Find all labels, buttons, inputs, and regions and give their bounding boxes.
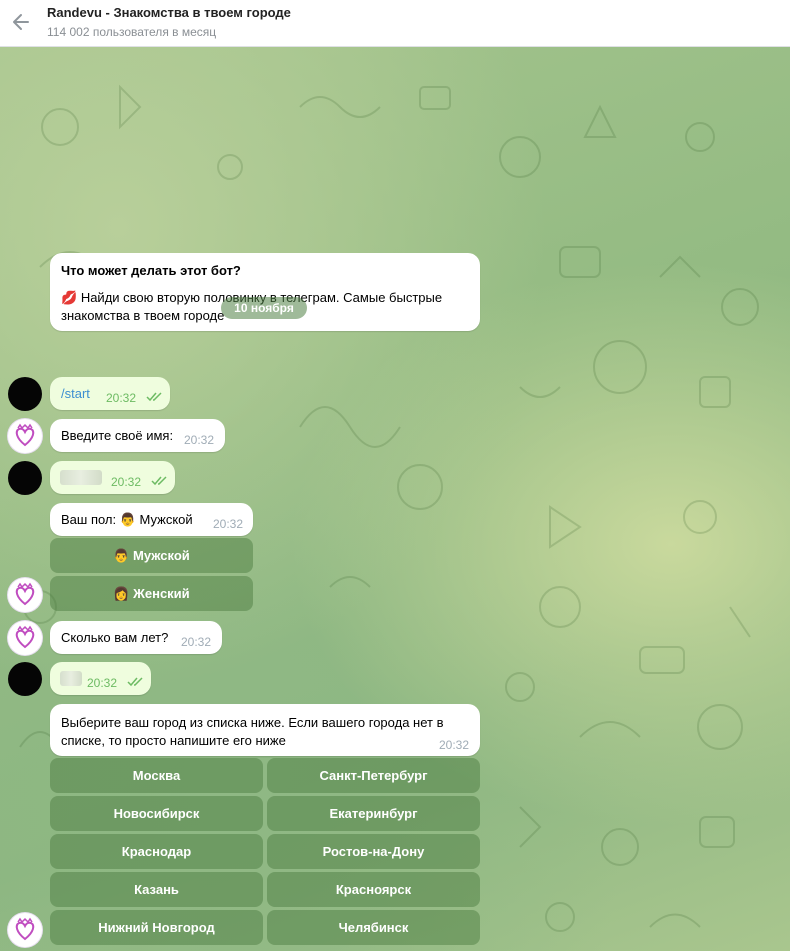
read-checks-icon xyxy=(151,474,169,489)
message-text: Введите своё имя: xyxy=(61,428,174,443)
bot-avatar[interactable] xyxy=(8,913,42,947)
date-separator: 10 ноября xyxy=(221,297,307,319)
city-button-novosibirsk[interactable]: Новосибирск xyxy=(50,796,263,831)
read-checks-icon xyxy=(127,675,145,690)
city-button-krasnoyarsk[interactable]: Красноярск xyxy=(267,872,480,907)
city-button-spb[interactable]: Санкт-Петербург xyxy=(267,758,480,793)
message-text: Ваш пол: 👨 Мужской xyxy=(61,512,193,527)
message-gender[interactable]: Ваш пол: 👨 Мужской 20:32 xyxy=(50,503,253,536)
city-button-kazan[interactable]: Казань xyxy=(50,872,263,907)
message-ask-age[interactable]: Сколько вам лет? 20:32 xyxy=(50,621,222,654)
redacted-text xyxy=(60,470,102,485)
message-text: Выберите ваш город из списка ниже. Если … xyxy=(61,714,443,750)
intro-title: Что может делать этот бот? xyxy=(61,263,241,278)
bot-intro-card: Что может делать этот бот? 💋 Найди свою … xyxy=(50,253,480,331)
avatar[interactable] xyxy=(8,377,42,411)
message-time: 20:32 xyxy=(106,391,137,405)
back-arrow-icon[interactable] xyxy=(10,11,32,33)
message-ask-city[interactable]: Выберите ваш город из списка ниже. Если … xyxy=(50,704,480,756)
message-time: 20:32 xyxy=(439,738,470,752)
city-button-krasnodar[interactable]: Краснодар xyxy=(50,834,263,869)
city-button-nizhny-novgorod[interactable]: Нижний Новгород xyxy=(50,910,263,945)
bot-avatar[interactable] xyxy=(8,578,42,612)
intro-line-2: знакомства в твоем городе xyxy=(61,308,225,323)
city-button-moscow[interactable]: Москва xyxy=(50,758,263,793)
command-link[interactable]: /start xyxy=(61,386,90,401)
message-time: 20:32 xyxy=(213,517,244,531)
avatar[interactable] xyxy=(8,461,42,495)
gender-button-female[interactable]: 👩 Женский xyxy=(50,576,253,611)
message-time: 20:32 xyxy=(181,635,212,649)
message-ask-name[interactable]: Введите своё имя: 20:32 xyxy=(50,419,225,452)
message-name-reply[interactable]: 20:32 xyxy=(50,461,175,494)
message-line-2: списке, то просто напишите его ниже xyxy=(61,733,286,748)
kiss-emoji: 💋 xyxy=(61,290,78,305)
message-start[interactable]: /start 20:32 xyxy=(50,377,170,410)
city-button-ekaterinburg[interactable]: Екатеринбург xyxy=(267,796,480,831)
avatar[interactable] xyxy=(8,662,42,696)
message-time: 20:32 xyxy=(184,433,215,447)
read-checks-icon xyxy=(146,390,164,405)
message-time: 20:32 xyxy=(87,676,118,690)
chat-header: Randevu - Знакомства в твоем городе 114 … xyxy=(0,0,790,47)
message-text: Сколько вам лет? xyxy=(61,630,169,645)
bot-avatar[interactable] xyxy=(8,621,42,655)
chat-subtitle: 114 002 пользователя в месяц xyxy=(47,25,217,39)
redacted-text xyxy=(60,671,82,686)
city-button-chelyabinsk[interactable]: Челябинск xyxy=(267,910,480,945)
bot-avatar[interactable] xyxy=(8,419,42,453)
gender-button-male[interactable]: 👨 Мужской xyxy=(50,538,253,573)
message-age-reply[interactable]: 20:32 xyxy=(50,662,151,695)
message-line-1: Выберите ваш город из списка ниже. Если … xyxy=(61,715,444,730)
chat-title[interactable]: Randevu - Знакомства в твоем городе xyxy=(47,5,291,20)
message-time: 20:32 xyxy=(111,475,142,489)
city-button-rostov[interactable]: Ростов-на-Дону xyxy=(267,834,480,869)
